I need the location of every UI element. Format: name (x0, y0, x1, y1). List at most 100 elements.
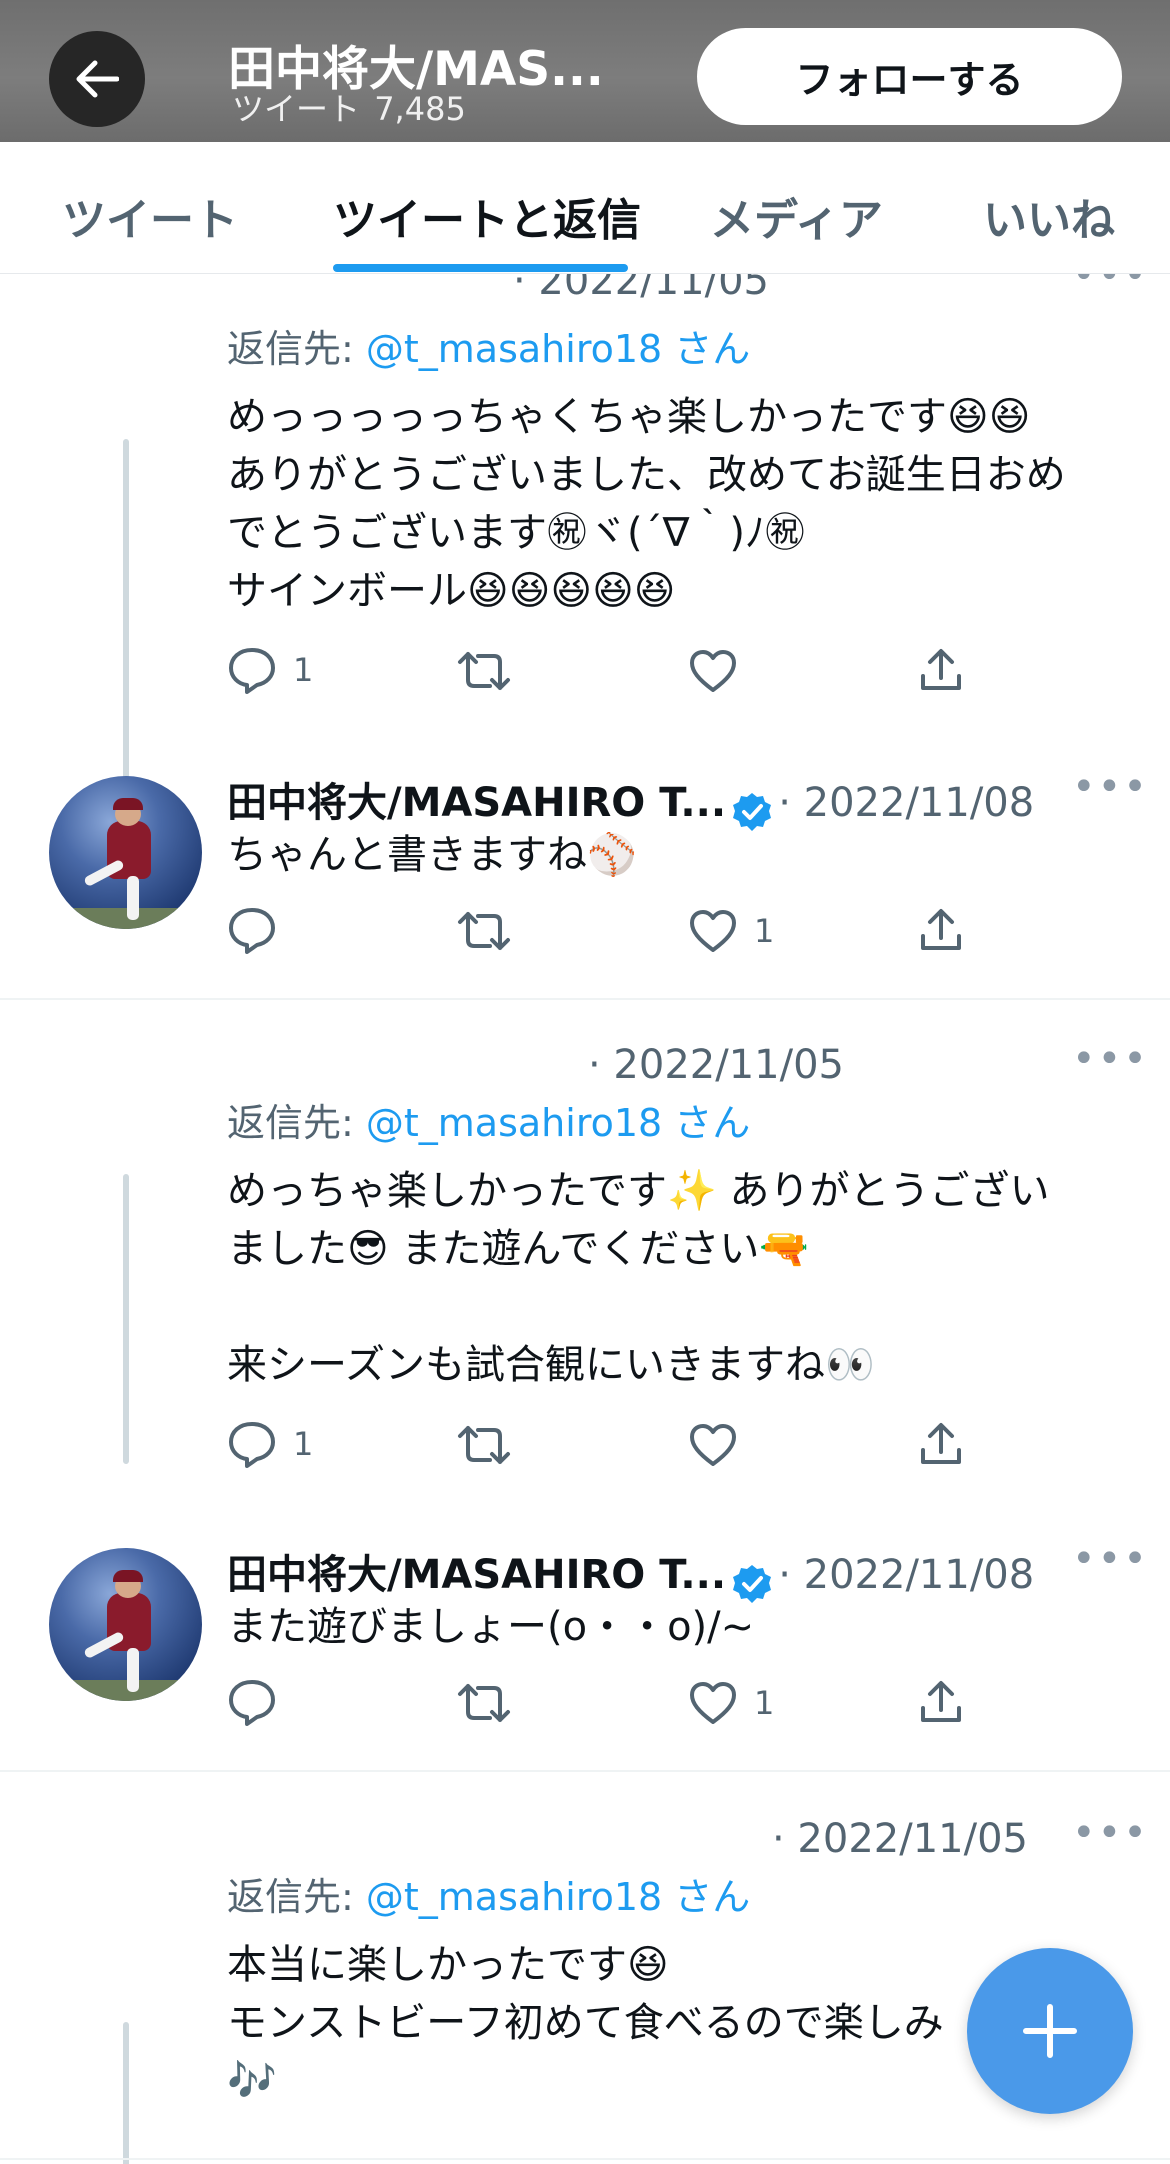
retweet-button[interactable] (456, 908, 512, 954)
reply-icon (229, 1680, 275, 1726)
tab-likes[interactable]: いいね (983, 184, 1115, 248)
avatar[interactable] (49, 776, 202, 929)
like-count: 1 (754, 912, 775, 950)
more-icon[interactable]: ••• (1072, 1536, 1149, 1582)
tweet-header: 田中将大/MASAHIRO T... · 2022/11/08 (227, 1542, 1034, 1605)
share-icon (921, 649, 961, 690)
verified-badge-icon (733, 792, 772, 831)
avatar[interactable] (49, 1548, 202, 1701)
tweet-text-line: ました😎 また遊んでください🔫 (227, 1226, 810, 1272)
tweet-text-line: ありがとうございました、改めてお誕生日おめ (227, 452, 1066, 498)
share-button[interactable] (918, 1420, 964, 1468)
reply-to-suffix: さん (662, 327, 751, 371)
tweet-text: めっちゃ楽しかったです✨ ありがとうござい ました😎 また遊んでください🔫 来シ… (227, 1162, 1050, 1394)
reply-to-handle[interactable]: @t_masahiro18 (366, 1875, 662, 1919)
reply-to-prefix: 返信先: (227, 327, 366, 371)
more-icon[interactable]: ••• (1072, 1810, 1149, 1856)
share-icon (921, 1681, 961, 1722)
reply-to-suffix: さん (662, 1875, 751, 1919)
like-button[interactable] (688, 648, 754, 694)
reply-to-suffix: さん (662, 1101, 751, 1145)
more-icon[interactable]: ••• (1072, 764, 1149, 810)
tweet-text-line (227, 1278, 1050, 1336)
timeline[interactable]: · 2022/11/05 ••• 返信先: @t_masahiro18 さん め… (0, 274, 1170, 2164)
more-icon[interactable]: ••• (1072, 1036, 1149, 1082)
tweet-header: 田中将大/MASAHIRO T... · 2022/11/08 (227, 770, 1034, 833)
share-icon (921, 909, 961, 950)
tweet-text-line: 来シーズンも試合観にいきますね👀 (227, 1342, 875, 1388)
tweet-text-line: モンストビーフ初めて食べるので楽しみ (227, 2000, 944, 2046)
follow-button[interactable]: フォローする (697, 28, 1122, 125)
share-icon (921, 1423, 961, 1464)
divider (0, 2158, 1170, 2160)
reply-to-handle[interactable]: @t_masahiro18 (366, 1101, 662, 1145)
tab-tweets-and-replies[interactable]: ツイートと返信 (333, 184, 641, 248)
reply-icon (229, 1422, 275, 1468)
reply-icon (229, 908, 275, 954)
like-button[interactable] (688, 1422, 754, 1468)
tweet-text: 本当に楽しかったです😆 モンストビーフ初めて食べるので楽しみ 🎶 (227, 1936, 944, 2110)
author-name[interactable]: 田中将大/MASAHIRO T... (227, 1552, 726, 1598)
thread-line (123, 2022, 129, 2164)
tweet-text: ちゃんと書きますね⚾ (227, 832, 637, 878)
author-name[interactable]: 田中将大/MASAHIRO T... (227, 780, 726, 826)
reply-button[interactable] (227, 906, 293, 954)
retweet-button[interactable] (456, 648, 512, 694)
tweet-count: ツイート 7,485 (228, 84, 466, 130)
tweet-text-line: 本当に楽しかったです😆 (227, 1942, 669, 1988)
tweet-text-line: でとうございます㊗ヾ(´∇｀)ﾉ㊗ (227, 510, 805, 556)
tweet-count-label: ツイート (232, 90, 361, 128)
share-button[interactable] (918, 1678, 964, 1726)
reply-button[interactable] (227, 1678, 293, 1726)
tweet-text: また遊びましょー(o・・o)/~ (227, 1604, 755, 1650)
retweet-icon (458, 1426, 510, 1464)
reply-to-prefix: 返信先: (227, 1875, 366, 1919)
tweet-text-line: サインボール😆😆😆😆😆 (227, 568, 676, 614)
retweet-icon (458, 912, 510, 950)
like-button[interactable]: 1 (688, 1680, 774, 1726)
profile-tabs: ツイート ツイートと返信 メディア いいね (0, 142, 1170, 274)
tab-media[interactable]: メディア (710, 184, 883, 248)
reply-to: 返信先: @t_masahiro18 さん (227, 1866, 750, 1921)
like-button[interactable]: 1 (688, 908, 774, 954)
reply-count: 1 (293, 1425, 314, 1463)
divider (0, 1770, 1170, 1772)
tweet-text-line: めっちゃ楽しかったです✨ ありがとうござい (227, 1168, 1050, 1214)
reply-button[interactable]: 1 (227, 646, 313, 694)
back-button[interactable] (49, 31, 145, 127)
tweet-text: めっっっっっちゃくちゃ楽しかったです😆😆 ありがとうございました、改めてお誕生日… (227, 388, 1066, 620)
profile-header: 田中将大/MAS... ツイート 7,485 フォローする (0, 0, 1170, 142)
more-icon[interactable]: ••• (1072, 274, 1149, 298)
tweet-text-line: 🎶 (227, 2058, 277, 2104)
plus-icon (1023, 2004, 1077, 2058)
retweet-icon (458, 1684, 510, 1722)
like-count: 1 (754, 1684, 775, 1722)
compose-tweet-button[interactable] (967, 1948, 1133, 2114)
share-button[interactable] (918, 906, 964, 954)
heart-icon (690, 1424, 736, 1466)
tab-tweets[interactable]: ツイート (62, 184, 238, 248)
tweet-date: · 2022/11/05 (772, 1816, 1028, 1862)
share-button[interactable] (918, 646, 964, 694)
tweet-date: · 2022/11/05 (588, 1042, 844, 1088)
tweet-date: · 2022/11/05 (513, 274, 769, 304)
heart-icon (690, 1682, 736, 1724)
arrow-left-icon (76, 60, 119, 98)
reply-button[interactable]: 1 (227, 1420, 313, 1468)
reply-to-prefix: 返信先: (227, 1101, 366, 1145)
reply-to-handle[interactable]: @t_masahiro18 (366, 327, 662, 371)
active-tab-indicator (333, 264, 628, 272)
tweet-count-value: 7,485 (374, 90, 466, 128)
retweet-button[interactable] (456, 1422, 512, 1468)
reply-icon (229, 648, 275, 694)
heart-icon (690, 650, 736, 692)
retweet-button[interactable] (456, 1680, 512, 1726)
tweet-date: · 2022/11/08 (778, 780, 1035, 826)
reply-to: 返信先: @t_masahiro18 さん (227, 1092, 750, 1147)
heart-icon (690, 910, 736, 952)
tweet-date: · 2022/11/08 (778, 1552, 1035, 1598)
reply-count: 1 (293, 651, 314, 689)
retweet-icon (458, 652, 510, 690)
reply-to: 返信先: @t_masahiro18 さん (227, 318, 750, 373)
tweet-text-line: めっっっっっちゃくちゃ楽しかったです😆😆 (227, 394, 1031, 440)
